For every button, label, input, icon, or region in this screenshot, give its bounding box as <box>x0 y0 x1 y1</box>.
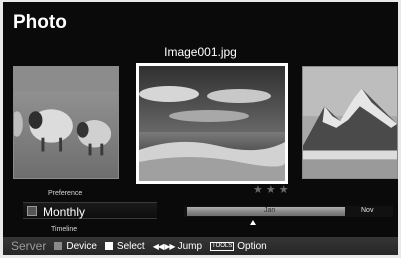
timeline-label-nov: Nov <box>361 207 374 214</box>
thumbnail-previous[interactable] <box>13 66 119 179</box>
sort-option-current[interactable]: Monthly <box>23 202 157 219</box>
guide-bar: Server Device Select ◀◀ ▶▶ Jump TOOLS Op… <box>3 237 398 255</box>
sort-option-next[interactable]: Timeline <box>51 226 77 233</box>
photo-browser-screen: Photo Image001.jpg ★★★ Preference Monthl… <box>3 2 398 255</box>
gray-square-icon <box>54 242 63 250</box>
sort-current-label: Monthly <box>43 205 86 219</box>
white-square-icon <box>104 242 113 250</box>
guide-device[interactable]: Device <box>54 241 97 252</box>
thumbnail-next[interactable] <box>302 66 398 179</box>
timeline-label-jan: Jan <box>264 207 276 214</box>
sheep-photo <box>14 67 118 178</box>
beach-photo <box>139 66 285 181</box>
guide-jump[interactable]: ◀◀ ▶▶ Jump <box>153 241 202 252</box>
guide-option[interactable]: TOOLS Option <box>210 241 267 252</box>
sort-option-previous[interactable]: Preference <box>48 190 82 197</box>
mountain-photo <box>303 67 397 178</box>
rewind-forward-icon: ◀◀ ▶▶ <box>152 241 176 251</box>
guide-select-label: Select <box>116 240 145 252</box>
guide-jump-label: Jump <box>177 240 203 252</box>
guide-option-label: Option <box>237 240 267 252</box>
current-filename: Image001.jpg <box>164 45 237 59</box>
app-title: Photo <box>13 12 67 33</box>
timeline-bar[interactable]: Jan Nov <box>184 206 393 217</box>
guide-select[interactable]: Select <box>104 240 145 252</box>
guide-server-label: Server <box>11 239 47 253</box>
timeline-position-marker-icon <box>250 220 256 225</box>
calendar-icon <box>27 206 37 216</box>
thumbnail-selected[interactable] <box>136 63 288 184</box>
tools-button-icon: TOOLS <box>210 241 235 251</box>
rating-stars: ★★★ <box>253 184 292 196</box>
guide-device-label: Device <box>66 240 97 252</box>
